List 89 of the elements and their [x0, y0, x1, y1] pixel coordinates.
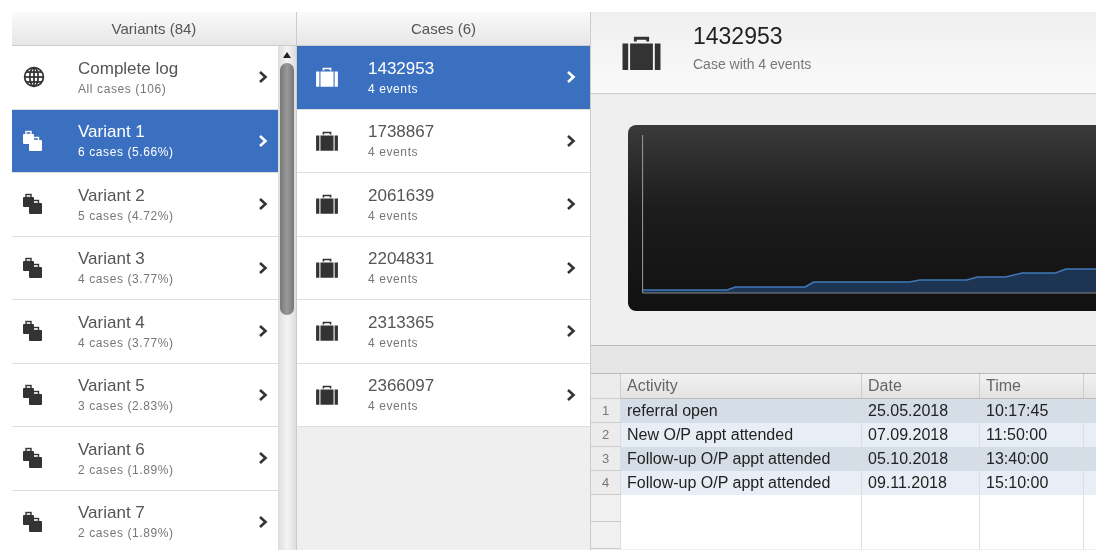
table-cell: 07.09.2018 [861, 422, 980, 447]
item-subtitle: All cases (106) [78, 81, 168, 96]
briefcases-icon [22, 129, 44, 152]
scrollbar-thumb[interactable] [280, 63, 294, 315]
item-subtitle: 4 events [368, 399, 420, 414]
item-title: Variant 5 [78, 376, 146, 397]
item-title: 1432953 [368, 58, 436, 79]
item-subtitle: 4 events [368, 335, 420, 350]
case-item[interactable]: 2204831 4 events [297, 236, 590, 300]
row-number: 3 [591, 446, 621, 471]
panel-header: Cases (6) [297, 12, 590, 46]
case-item[interactable]: 2366097 4 events [297, 363, 590, 427]
item-subtitle: 4 events [368, 81, 420, 96]
chevron-icon [258, 324, 268, 339]
item-subtitle: 4 events [368, 272, 420, 287]
case-item[interactable]: 1738867 4 events [297, 109, 590, 173]
scrollbar[interactable] [278, 46, 296, 550]
briefcase-icon [315, 320, 339, 343]
variant-item[interactable]: Variant 1 6 cases (5.66%) [12, 109, 278, 173]
table-cell: 09.11.2018 [861, 470, 980, 495]
item-subtitle: 2 cases (1.89%) [78, 462, 175, 477]
table-cell: 13:40:00 [979, 446, 1084, 471]
case-item[interactable]: 2313365 4 events [297, 300, 590, 364]
table-cell: New O/P appt attended [620, 422, 862, 447]
row-number: 1 [591, 398, 621, 423]
case-item[interactable]: 1432953 4 events [297, 46, 590, 110]
chevron-icon [258, 197, 268, 212]
item-subtitle: 4 events [368, 208, 420, 223]
item-title: Variant 7 [78, 503, 146, 524]
item-title: 2313365 [368, 312, 436, 333]
table-cell: 11:50:00 [979, 422, 1084, 447]
globe-icon [23, 66, 45, 89]
chevron-icon [566, 133, 576, 148]
column-header[interactable]: Activity [620, 374, 862, 399]
item-title: Complete log [78, 58, 180, 79]
briefcases-icon [22, 447, 44, 470]
table-cell: 25.05.2018 [861, 398, 980, 423]
item-title: Variant 4 [78, 312, 146, 333]
item-subtitle: 6 cases (5.66%) [78, 145, 175, 160]
item-subtitle: 4 cases (3.77%) [78, 272, 175, 287]
table-cell: 05.10.2018 [861, 446, 980, 471]
case-subtitle: Case with 4 events [693, 56, 812, 72]
chevron-icon [258, 514, 268, 529]
table-cell: 15:10:00 [979, 470, 1084, 495]
scroll-up-icon[interactable] [282, 51, 292, 59]
column-header[interactable]: Date [861, 374, 980, 399]
briefcase-icon [315, 256, 339, 279]
item-title: 2061639 [368, 185, 436, 206]
case-title: 1432953 [693, 23, 784, 50]
item-title: 2366097 [368, 376, 436, 397]
item-title: Variant 2 [78, 185, 146, 206]
item-title: Variant 3 [78, 249, 146, 270]
chevron-icon [258, 260, 268, 275]
item-title: 2204831 [368, 249, 436, 270]
chevron-icon [258, 70, 268, 85]
briefcases-icon [22, 510, 44, 533]
item-subtitle: 2 cases (1.89%) [78, 526, 175, 541]
briefcases-icon [22, 383, 44, 406]
item-subtitle: 3 cases (2.83%) [78, 399, 175, 414]
item-title: Variant 6 [78, 439, 146, 460]
briefcase-icon [315, 193, 339, 216]
table-cell: referral open [620, 398, 862, 423]
row-number: 2 [591, 422, 621, 447]
briefcase-icon [315, 129, 339, 152]
column-header[interactable]: Time [979, 374, 1084, 399]
briefcase-icon [315, 66, 339, 89]
item-title: Variant 1 [78, 122, 146, 143]
table-cell: 10:17:45 [979, 398, 1084, 423]
chevron-icon [566, 260, 576, 275]
briefcase-icon [315, 383, 339, 406]
item-subtitle: 4 cases (3.77%) [78, 335, 175, 350]
briefcases-icon [22, 320, 44, 343]
chevron-icon [566, 324, 576, 339]
briefcases-icon [22, 256, 44, 279]
item-title: 1738867 [368, 122, 436, 143]
case-item[interactable]: 2061639 4 events [297, 173, 590, 237]
table-cell: Follow-up O/P appt attended [620, 446, 862, 471]
briefcases-icon [22, 193, 44, 216]
chevron-icon [258, 451, 268, 466]
panel-header: Variants (84) [12, 12, 296, 46]
item-subtitle: 5 cases (4.72%) [78, 208, 175, 223]
chevron-icon [258, 133, 268, 148]
chevron-icon [566, 70, 576, 85]
row-number: 4 [591, 470, 621, 495]
chevron-icon [258, 387, 268, 402]
chevron-icon [566, 387, 576, 402]
table-cell: Follow-up O/P appt attended [620, 470, 862, 495]
item-subtitle: 4 events [368, 145, 420, 160]
chevron-icon [566, 197, 576, 212]
